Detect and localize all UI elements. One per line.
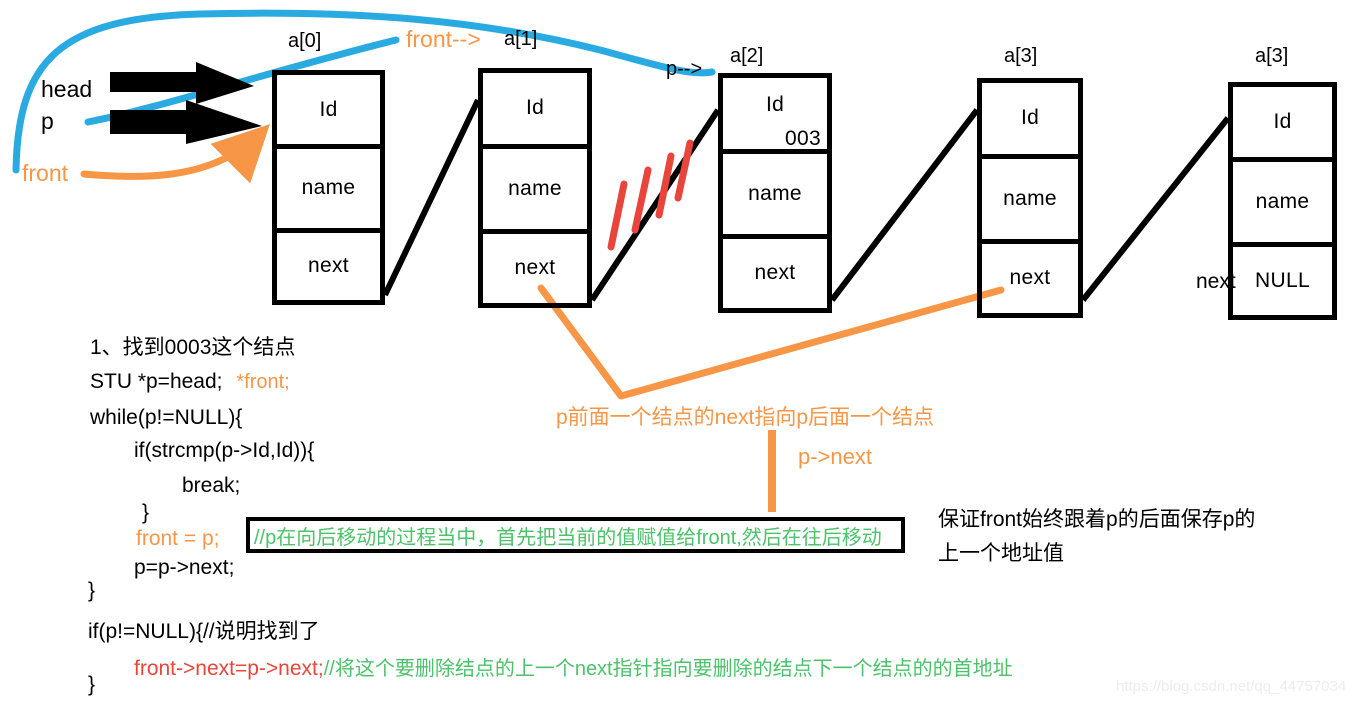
node-a4-next-value: NULL — [1255, 268, 1310, 292]
node-a4-id-label: Id — [1273, 110, 1292, 134]
code-front-assign-text: front = p; — [136, 527, 220, 550]
code-step-title: 1、找到0003这个结点 — [90, 336, 296, 359]
node-a4-next-label: next — [1196, 270, 1236, 293]
front-arrow-top-label: front--> — [406, 26, 481, 52]
node-a2: Id 003 name next — [718, 73, 832, 313]
right-note-line-2: 上一个地址值 — [938, 542, 1064, 565]
code-decl-line: STU *p=head; *front; — [90, 370, 290, 394]
node-a3-id-cell: Id — [982, 83, 1078, 159]
node-a1-name-cell: name — [483, 149, 587, 234]
diagram-canvas: --> label --> — [0, 0, 1366, 704]
node-a1-next-label: next — [514, 256, 556, 280]
node-a0-title: a[0] — [288, 30, 322, 52]
code-relink-comment: //将这个要删除结点的上一个next指针指向要删除的结点下一个结点的的首地址 — [323, 658, 1013, 680]
node-a2-next-cell: next — [723, 239, 827, 308]
p-arrow — [110, 100, 262, 144]
p-next-annotation: p->next — [798, 444, 872, 469]
node-a0-name-cell: name — [277, 149, 380, 233]
front-pointer-label: front — [22, 160, 69, 186]
node-a3-next-cell: next — [982, 244, 1078, 313]
node-a2-id-cell: Id 003 — [723, 78, 827, 154]
code-if-found-line: if(p!=NULL){//说明找到了 — [88, 620, 320, 643]
green-comment-callout: //p在向后移动的过程当中，首先把当前的值赋值给front,然后在往后移动 — [246, 517, 905, 553]
right-note: 保证front始终跟着p的后面保存p的 上一个地址值 — [938, 503, 1255, 571]
node-a0-id-cell: Id — [277, 75, 380, 150]
orange-caption: p前面一个结点的next指向p后面一个结点 — [556, 406, 935, 429]
link-a1-a2 — [589, 108, 721, 302]
node-a3-next-label: next — [1009, 266, 1051, 290]
red-cut-marks — [607, 139, 694, 251]
node-a1-id-label: Id — [525, 96, 545, 120]
node-a0-next-label: next — [308, 254, 349, 278]
node-a0-name-label: name — [301, 176, 356, 200]
head-arrow — [110, 62, 254, 104]
node-a1-id-cell: Id — [483, 73, 587, 149]
node-a0-next-cell: next — [277, 233, 380, 301]
watermark: https://blog.csdn.net/qq_44757034 — [1116, 678, 1347, 695]
node-a0-id-label: Id — [319, 97, 338, 121]
link-a0-a1 — [382, 98, 481, 297]
node-a1-next-cell: next — [483, 234, 587, 303]
node-a0: Id name next — [272, 70, 385, 305]
node-a4-name-cell: name — [1233, 162, 1332, 247]
code-p-next-line: p=p->next; — [134, 556, 235, 579]
node-a1: Id name next — [478, 68, 592, 308]
code-decl-main: STU *p=head; — [90, 370, 223, 393]
node-a3-name-label: name — [1003, 186, 1057, 210]
node-a2-id-label: Id — [765, 93, 785, 117]
node-a3-id-label: Id — [1020, 106, 1040, 130]
node-a4-name-label: name — [1255, 189, 1310, 213]
node-a2-id-value: 003 — [785, 126, 821, 150]
code-relink-line: front->next=p->next;//将这个要删除结点的上一个next指针… — [134, 652, 1013, 681]
code-close-if-line: } — [142, 501, 150, 524]
p-arrow-top-label: p--> — [666, 58, 703, 80]
node-a3: Id name next — [977, 78, 1083, 318]
node-a2-title: a[2] — [730, 45, 764, 67]
node-a1-name-label: name — [508, 176, 562, 200]
p-pointer-label: p — [41, 108, 54, 134]
code-while-line: while(p!=NULL){ — [90, 406, 243, 429]
node-a3-title: a[3] — [1004, 45, 1038, 67]
head-pointer-label: head — [41, 76, 93, 102]
link-a2-a3 — [829, 108, 980, 302]
node-a3-name-cell: name — [982, 159, 1078, 244]
code-close-final-line: } — [88, 673, 96, 696]
node-a1-title: a[1] — [504, 28, 538, 50]
node-a4: Id name NULL — [1228, 82, 1337, 320]
code-break-line: break; — [182, 474, 241, 497]
green-comment-text: //p在向后移动的过程当中，首先把当前的值赋值给front,然后在往后移动 — [254, 526, 882, 549]
code-front-assign-line: front = p; — [136, 527, 219, 551]
code-if-line: if(strcmp(p->Id,Id)){ — [134, 439, 315, 462]
node-a4-id-cell: Id — [1233, 87, 1332, 163]
node-a4-next-cell: NULL — [1233, 247, 1332, 315]
right-note-line-1: 保证front始终跟着p的后面保存p的 — [938, 508, 1256, 531]
node-a2-next-label: next — [754, 261, 796, 285]
front-arrow-curve — [80, 124, 270, 184]
node-a2-name-label: name — [748, 181, 802, 205]
node-a2-name-cell: name — [723, 154, 827, 239]
code-close-while-line: } — [88, 579, 96, 602]
node-a4-title: a[3] — [1255, 45, 1289, 67]
code-decl-front: *front; — [236, 371, 290, 393]
code-relink-statement: front->next=p->next; — [134, 657, 324, 680]
